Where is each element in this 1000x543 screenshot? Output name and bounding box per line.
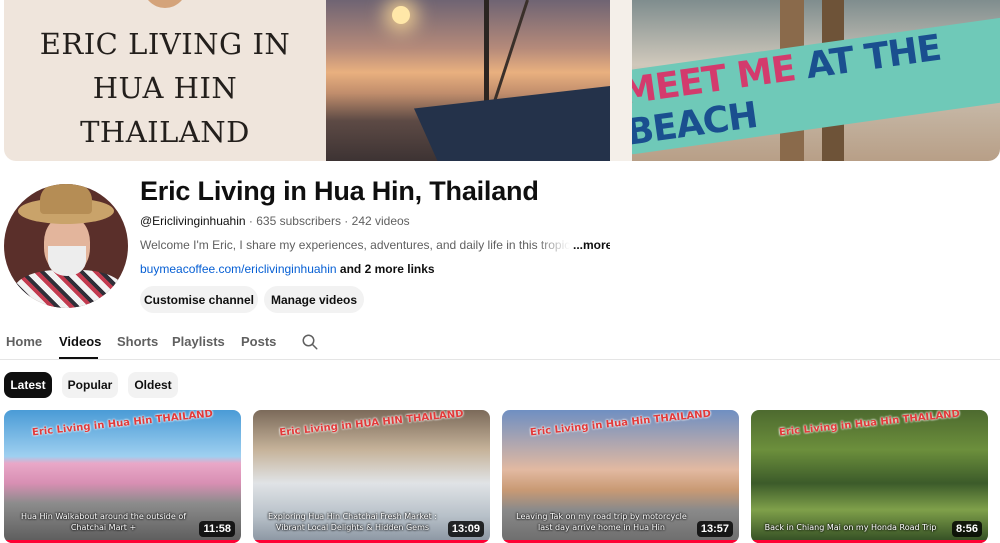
video-thumbnail[interactable]: Eric Living in Hua Hin THAILAND Hua Hin … — [4, 410, 241, 543]
more-links-button[interactable]: and 2 more links — [337, 262, 435, 276]
more-button[interactable]: ...more — [573, 238, 610, 252]
video-duration: 11:58 — [199, 521, 235, 537]
description-text: Welcome I'm Eric, I share my experiences… — [140, 238, 570, 252]
boat — [414, 86, 610, 161]
video-duration: 8:56 — [951, 521, 982, 537]
banner-title: ERIC LIVING IN HUA HIN THAILAND — [39, 26, 291, 149]
avatar-beard — [48, 246, 86, 276]
channel-link[interactable]: buymeacoffee.com/ericlivinginhuahin — [140, 262, 337, 276]
beach-sign: MEET ME AT THE BEACH — [632, 17, 1000, 155]
sun — [392, 6, 410, 24]
thumbnail-caption: Hua Hin Walkabout around the outside of … — [20, 512, 187, 532]
tab-playlists[interactable]: Playlists — [172, 334, 225, 349]
channel-avatar[interactable] — [4, 184, 128, 308]
channel-description[interactable]: Welcome I'm Eric, I share my experiences… — [140, 238, 610, 252]
video-thumbnail[interactable]: Eric Living in Hua Hin THAILAND Back in … — [751, 410, 988, 543]
video-thumbnail[interactable]: Eric Living in HUA HIN THAILAND Explorin… — [253, 410, 490, 543]
tab-videos[interactable]: Videos — [59, 334, 101, 349]
channel-tabs: Home Videos Shorts Playlists Posts — [0, 326, 1000, 360]
avatar-hat-top — [40, 184, 92, 214]
thumbnail-caption: Leaving Tak on my road trip by motorcycl… — [516, 512, 687, 532]
channel-handle: @Ericlivinginhuahin — [140, 214, 246, 228]
thumbnail-caption: Exploring Hua Hin Chatchai Fresh Market … — [268, 512, 437, 532]
filter-popular[interactable]: Popular — [62, 372, 118, 398]
active-tab-indicator — [59, 357, 98, 359]
channel-links: buymeacoffee.com/ericlivinginhuahin and … — [140, 262, 435, 276]
banner-title-panel: ERIC LIVING IN HUA HIN THAILAND — [4, 0, 326, 161]
tab-posts[interactable]: Posts — [241, 334, 276, 349]
filter-oldest[interactable]: Oldest — [128, 372, 178, 398]
search-icon[interactable] — [301, 333, 319, 351]
manage-videos-button[interactable]: Manage videos — [264, 286, 364, 313]
separator: · — [245, 214, 257, 228]
video-thumbnail[interactable]: Eric Living in Hua Hin THAILAND Leaving … — [502, 410, 739, 543]
channel-meta: @Ericlivinginhuahin · 635 subscribers · … — [140, 214, 410, 228]
video-duration: 13:09 — [447, 521, 484, 537]
video-duration: 13:57 — [696, 521, 733, 537]
tab-home[interactable]: Home — [6, 334, 42, 349]
filter-latest[interactable]: Latest — [4, 372, 52, 398]
banner-beach-photo: MEET ME AT THE BEACH — [632, 0, 1000, 161]
customise-channel-button[interactable]: Customise channel — [140, 286, 258, 313]
channel-name: Eric Living in Hua Hin, Thailand — [140, 176, 539, 206]
subscriber-count: 635 subscribers — [256, 214, 341, 228]
sun-decoration — [143, 0, 187, 8]
separator: · — [340, 214, 352, 228]
channel-banner: ERIC LIVING IN HUA HIN THAILAND MEET ME … — [4, 0, 1000, 161]
banner-sunset-photo — [326, 0, 610, 161]
beach-sign-text: MEET ME AT THE BEACH — [632, 18, 1000, 154]
thumbnail-caption: Back in Chiang Mai on my Honda Road Trip — [764, 523, 937, 532]
banner-gap — [610, 0, 632, 161]
tab-shorts[interactable]: Shorts — [117, 334, 158, 349]
video-count: 242 videos — [351, 214, 410, 228]
